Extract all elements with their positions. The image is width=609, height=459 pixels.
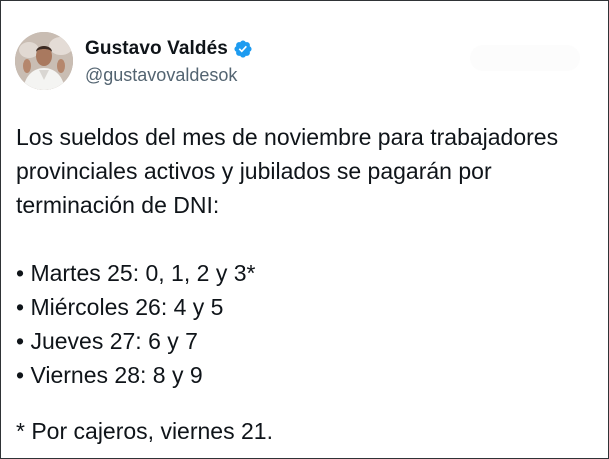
follow-button-ghost	[470, 45, 580, 71]
tweet-header: Gustavo Valdés @gustavovaldesok	[15, 32, 253, 90]
schedule-item: • Jueves 27: 6 y 7	[16, 328, 198, 354]
tweet-text-line: Los sueldos del mes de noviembre para tr…	[16, 124, 559, 150]
user-avatar-photo-icon	[15, 32, 73, 90]
tweet-text-line: provinciales activos y jubilados se paga…	[16, 158, 492, 184]
tweet-card: Gustavo Valdés @gustavovaldesok Los suel…	[0, 0, 609, 459]
verified-badge-icon	[233, 39, 253, 59]
tweet-text: Los sueldos del mes de noviembre para tr…	[16, 120, 596, 448]
name-row: Gustavo Valdés	[85, 39, 253, 59]
author-names: Gustavo Valdés @gustavovaldesok	[85, 39, 253, 84]
schedule-item: • Viernes 28: 8 y 9	[16, 362, 203, 388]
schedule-item: • Martes 25: 0, 1, 2 y 3*	[16, 260, 256, 286]
tweet-text-line: terminación de DNI:	[16, 192, 220, 218]
footnote-text: * Por cajeros, viernes 21.	[16, 418, 273, 444]
schedule-item: • Miércoles 26: 4 y 5	[16, 294, 224, 320]
avatar[interactable]	[15, 32, 73, 90]
author-display-name[interactable]: Gustavo Valdés	[85, 39, 228, 58]
author-handle[interactable]: @gustavovaldesok	[85, 66, 253, 84]
